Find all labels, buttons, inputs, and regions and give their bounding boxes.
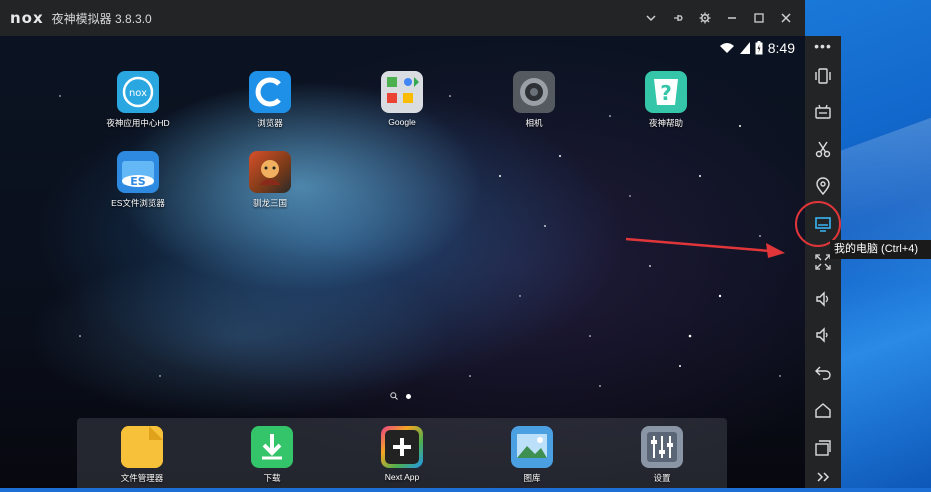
maximize-icon[interactable] (745, 12, 772, 24)
app-nox-app-center[interactable]: nox 夜神应用中心HD (88, 71, 188, 129)
plus-icon (381, 426, 423, 468)
page-dot-active (406, 393, 411, 399)
svg-text:?: ? (660, 81, 672, 105)
dock-gallery[interactable]: 图库 (482, 426, 582, 484)
browser-icon (249, 71, 291, 113)
app-game[interactable]: 驯龙三国 (220, 151, 320, 209)
nox-logo: nox (10, 9, 44, 27)
dock-file-manager[interactable]: 文件管理器 (92, 426, 192, 484)
google-folder-icon (381, 71, 423, 113)
volume-up-icon[interactable] (805, 284, 841, 314)
volume-down-icon[interactable] (805, 320, 841, 350)
nox-emulator-window: nox 夜神模拟器 3.8.3.0 8:49 nox 夜神应用中心HD 浏览器 … (0, 0, 841, 488)
download-icon (251, 426, 293, 468)
more-icon[interactable]: ••• (805, 38, 841, 54)
app-google-folder[interactable]: Google (352, 71, 452, 127)
tooltip: 我的电脑 (Ctrl+4) (830, 240, 931, 259)
minimize-icon[interactable] (718, 12, 745, 24)
gear-icon[interactable] (691, 12, 718, 24)
window-title: 夜神模拟器 3.8.3.0 (51, 11, 152, 26)
android-home-screen: 8:49 nox 夜神应用中心HD 浏览器 Google 相机 ? 夜神帮助 E… (0, 36, 805, 488)
app-nox-help[interactable]: ? 夜神帮助 (616, 71, 716, 129)
app-es-file-explorer[interactable]: ES ES文件浏览器 (88, 151, 188, 209)
close-icon[interactable] (772, 12, 799, 24)
pin-icon[interactable] (664, 12, 691, 24)
android-status-bar: 8:49 (719, 39, 795, 57)
back-icon[interactable] (805, 357, 841, 387)
nox-app-center-icon: nox (117, 71, 159, 113)
dock-download[interactable]: 下载 (222, 426, 322, 484)
recent-apps-icon[interactable] (805, 433, 841, 463)
settings-icon (641, 426, 683, 468)
annotation-arrow (625, 237, 785, 258)
dock-next-app[interactable]: Next App (352, 426, 452, 482)
wifi-icon (719, 43, 734, 53)
app-camera[interactable]: 相机 (484, 71, 584, 129)
help-icon: ? (645, 71, 687, 113)
page-indicator (390, 392, 411, 400)
app-browser[interactable]: 浏览器 (220, 71, 320, 129)
es-file-explorer-icon: ES (117, 151, 159, 193)
clock: 8:49 (767, 40, 795, 56)
search-icon[interactable] (390, 392, 398, 400)
home-icon[interactable] (805, 396, 841, 426)
svg-text:nox: nox (129, 88, 147, 99)
keyboard-robot-icon[interactable] (805, 97, 841, 127)
title-bar[interactable]: nox 夜神模拟器 3.8.3.0 (0, 0, 805, 36)
window-controls (637, 0, 799, 36)
scissors-icon[interactable] (805, 134, 841, 164)
folder-icon (121, 426, 163, 468)
battery-icon (755, 41, 763, 55)
dock: 文件管理器 下载 Next App 图库 设置 (77, 418, 727, 488)
shake-icon[interactable] (805, 61, 841, 91)
gallery-icon (511, 426, 553, 468)
dock-settings[interactable]: 设置 (612, 426, 712, 484)
camera-icon (513, 71, 555, 113)
chevron-down-icon[interactable] (637, 12, 664, 24)
signal-icon (739, 42, 750, 54)
svg-text:ES: ES (130, 175, 146, 188)
game-icon (249, 151, 291, 193)
side-toolbar: ••• (805, 36, 841, 488)
location-icon[interactable] (805, 171, 841, 201)
